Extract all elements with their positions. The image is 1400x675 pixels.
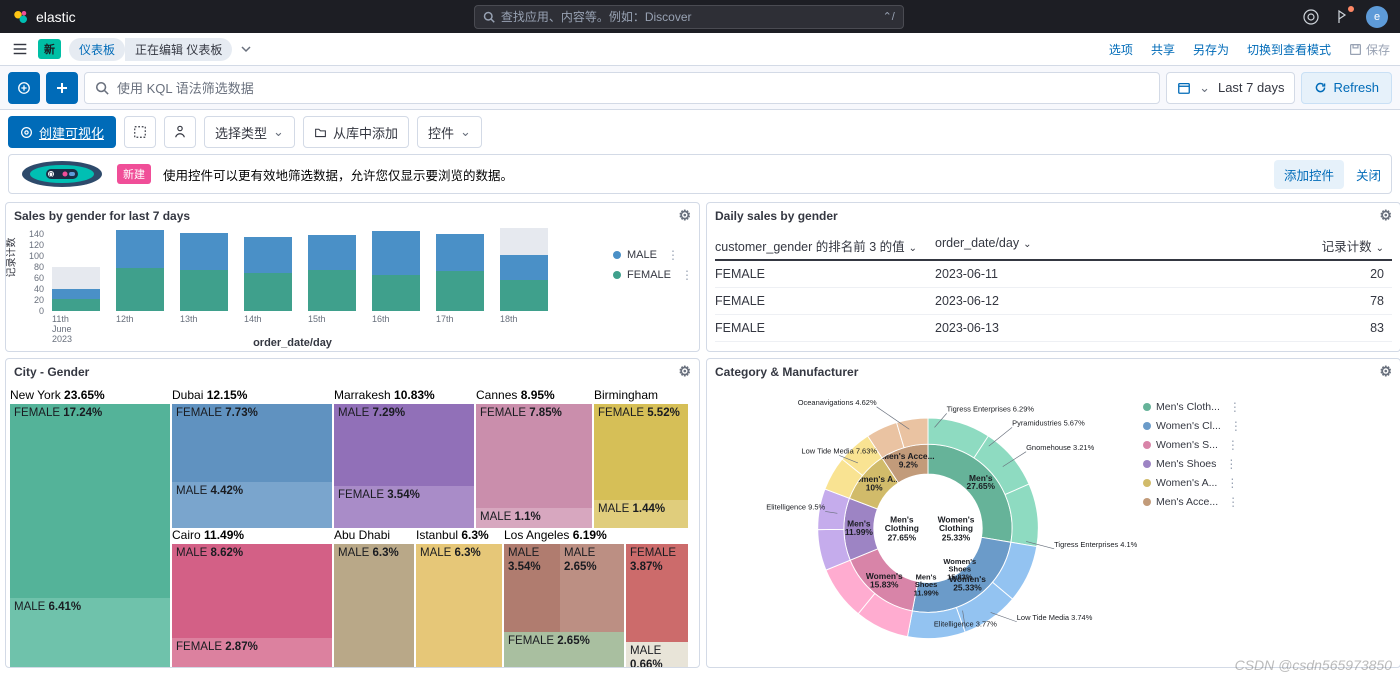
daily-sales-table: customer_gender 的排名前 3 的值⌄ order_date/da… bbox=[715, 232, 1392, 342]
pie-legend: Men's Cloth...⋮Women's Cl...⋮Women's S..… bbox=[1143, 390, 1253, 661]
vis-toolbar: 创建可视化 选择类型 ⌄ 从库中添加 控件 ⌄ bbox=[0, 110, 1400, 154]
folder-icon bbox=[314, 126, 327, 139]
query-bar: 使用 KQL 语法筛选数据 ⌄ Last 7 days Refresh bbox=[0, 66, 1400, 110]
gear-icon[interactable]: ⚙ bbox=[678, 207, 691, 224]
svg-text:Tigress Enterprises 6.29%: Tigress Enterprises 6.29% bbox=[947, 404, 1035, 413]
share-link[interactable]: 共享 bbox=[1151, 41, 1175, 58]
table-col-count[interactable]: 记录计数⌄ bbox=[1145, 236, 1392, 255]
svg-text:Gnomehouse 3.21%: Gnomehouse 3.21% bbox=[1026, 443, 1094, 452]
menu-icon[interactable] bbox=[10, 40, 30, 58]
panel-title: Sales by gender for last 7 days bbox=[14, 209, 190, 223]
chevron-down-icon[interactable] bbox=[240, 43, 252, 55]
svg-text:Low Tide Media 3.74%: Low Tide Media 3.74% bbox=[1017, 613, 1093, 622]
kql-input[interactable]: 使用 KQL 语法筛选数据 bbox=[84, 72, 1160, 104]
table-col-gender[interactable]: customer_gender 的排名前 3 的值⌄ bbox=[715, 236, 935, 255]
panel-city-gender: City - Gender ⚙ New York 23.65%FEMALE 17.… bbox=[5, 358, 700, 668]
svg-text:25.33%: 25.33% bbox=[942, 532, 971, 542]
controls-button[interactable]: 控件 ⌄ bbox=[417, 116, 482, 148]
svg-text:15.83%: 15.83% bbox=[870, 579, 899, 589]
refresh-button[interactable]: Refresh bbox=[1301, 72, 1392, 104]
panel-daily-sales: Daily sales by gender ⚙ customer_gender 的… bbox=[706, 202, 1400, 352]
text-button[interactable] bbox=[164, 116, 196, 148]
search-kbd: ⌃/ bbox=[883, 10, 895, 23]
svg-text:27.65%: 27.65% bbox=[888, 532, 917, 542]
svg-text:25.33%: 25.33% bbox=[953, 583, 982, 593]
pie-chart: Men's27.65%Women's25.33%Women's15.83%Men… bbox=[713, 390, 1143, 661]
refresh-icon bbox=[1314, 81, 1327, 94]
lens-icon bbox=[20, 126, 33, 139]
save-disabled: 保存 bbox=[1349, 41, 1390, 58]
controls-tip-banner: Q 新建 使用控件可以更有效地筛选数据，允许您仅显示要浏览的数据。 添加控件 关… bbox=[8, 154, 1392, 194]
global-search[interactable]: 查找应用、内容等。例如：Discover ⌃/ bbox=[474, 5, 904, 29]
svg-text:Pyramidustries 5.67%: Pyramidustries 5.67% bbox=[1012, 419, 1085, 428]
kql-placeholder: 使用 KQL 语法筛选数据 bbox=[117, 78, 254, 97]
search-icon bbox=[483, 11, 495, 23]
dashboard-grid: Sales by gender for last 7 days⚙ 记录计数 02… bbox=[0, 202, 1400, 668]
bar-ylabel: 记录计数 bbox=[6, 237, 18, 277]
gear-icon[interactable]: ⚙ bbox=[1379, 363, 1392, 380]
svg-text:Elitelligence 9.5%: Elitelligence 9.5% bbox=[766, 503, 825, 512]
table-row[interactable]: FEMALE2023-06-1383 bbox=[715, 315, 1392, 342]
svg-text:11.99%: 11.99% bbox=[845, 527, 874, 537]
panel-title: City - Gender bbox=[14, 365, 89, 379]
brand-logo[interactable]: elastic bbox=[12, 8, 76, 26]
options-link[interactable]: 选项 bbox=[1109, 41, 1133, 58]
svg-text:Low Tide Media 7.63%: Low Tide Media 7.63% bbox=[801, 447, 877, 456]
treemap-chart: New York 23.65%FEMALE 17.24%MALE 6.41%Du… bbox=[10, 388, 695, 663]
svg-text:Tigress Enterprises 4.1%: Tigress Enterprises 4.1% bbox=[1054, 540, 1138, 549]
calendar-icon bbox=[1177, 81, 1191, 95]
crumb-dashboards[interactable]: 仪表板 bbox=[69, 38, 125, 61]
select-area-button[interactable] bbox=[124, 116, 156, 148]
tip-badge: 新建 bbox=[117, 164, 151, 184]
svg-text:27.65%: 27.65% bbox=[967, 481, 996, 491]
bar-chart: 11thJune202312th13th14th15th16th17th18th bbox=[46, 230, 579, 311]
brand-text: elastic bbox=[36, 9, 76, 25]
search-icon bbox=[95, 81, 109, 95]
gear-icon[interactable]: ⚙ bbox=[1379, 207, 1392, 224]
svg-text:11.99%: 11.99% bbox=[914, 589, 939, 598]
table-row[interactable]: FEMALE2023-06-1278 bbox=[715, 288, 1392, 315]
table-row[interactable]: FEMALE2023-06-1120 bbox=[715, 261, 1392, 288]
date-label: Last 7 days bbox=[1218, 80, 1285, 95]
table-col-date[interactable]: order_date/day⌄ bbox=[935, 236, 1145, 255]
panel-title: Daily sales by gender bbox=[715, 209, 838, 223]
svg-text:10%: 10% bbox=[866, 483, 883, 493]
saveas-link[interactable]: 另存为 bbox=[1193, 41, 1229, 58]
panel-category-manufacturer: Category & Manufacturer ⚙ Men's27.65%Wome… bbox=[706, 358, 1400, 668]
tip-illustration: Q bbox=[19, 159, 105, 189]
svg-text:Elitelligence 3.77%: Elitelligence 3.77% bbox=[934, 619, 997, 628]
bar-legend: MALE⋮FEMALE⋮ bbox=[613, 248, 693, 288]
tip-text: 使用控件可以更有效地筛选数据，允许您仅显示要浏览的数据。 bbox=[163, 165, 513, 184]
bar-xlabel: order_date/day bbox=[6, 337, 579, 349]
user-avatar[interactable]: e bbox=[1366, 6, 1388, 28]
svg-text:9.2%: 9.2% bbox=[899, 460, 919, 470]
date-picker[interactable]: ⌄ Last 7 days bbox=[1166, 72, 1295, 104]
select-type-button[interactable]: 选择类型 ⌄ bbox=[204, 116, 295, 148]
watermark: CSDN @csdn565973850 bbox=[1235, 657, 1392, 673]
panel-sales-by-gender: Sales by gender for last 7 days⚙ 记录计数 02… bbox=[5, 202, 700, 352]
panel-title: Category & Manufacturer bbox=[715, 365, 858, 379]
gear-icon[interactable]: ⚙ bbox=[678, 363, 691, 380]
elastic-icon bbox=[12, 8, 30, 26]
add-filter-button[interactable] bbox=[46, 72, 78, 104]
svg-text:Q: Q bbox=[49, 173, 54, 179]
crumb-editing: 正在编辑 仪表板 bbox=[125, 38, 232, 61]
global-search-placeholder: 查找应用、内容等。例如：Discover bbox=[501, 8, 692, 25]
help-icon[interactable] bbox=[1302, 8, 1320, 26]
switch-view-link[interactable]: 切换到查看模式 bbox=[1247, 41, 1331, 58]
create-vis-button[interactable]: 创建可视化 bbox=[8, 116, 116, 148]
svg-text:Oceanavigations 4.62%: Oceanavigations 4.62% bbox=[798, 398, 877, 407]
svg-text:15.83%: 15.83% bbox=[947, 573, 973, 582]
new-badge: 新 bbox=[38, 39, 61, 59]
filter-menu-button[interactable] bbox=[8, 72, 40, 104]
newsfeed-icon[interactable] bbox=[1334, 8, 1352, 26]
add-control-button[interactable]: 添加控件 bbox=[1274, 160, 1344, 189]
close-tip-button[interactable]: 关闭 bbox=[1356, 165, 1381, 184]
add-from-lib-button[interactable]: 从库中添加 bbox=[303, 116, 409, 148]
breadcrumb-bar: 新 仪表板 正在编辑 仪表板 选项 共享 另存为 切换到查看模式 保存 bbox=[0, 33, 1400, 66]
top-header: elastic 查找应用、内容等。例如：Discover ⌃/ e bbox=[0, 0, 1400, 33]
